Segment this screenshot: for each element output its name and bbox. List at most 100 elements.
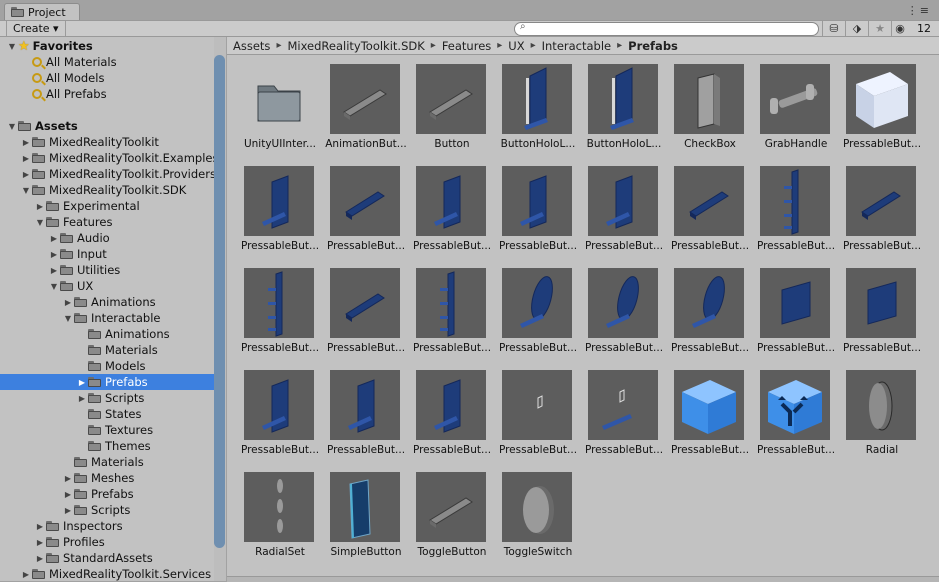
tree-item[interactable]: Textures	[0, 422, 216, 438]
expand-closed-icon[interactable]: ▶	[48, 250, 60, 259]
asset-tile[interactable]: PressableBut...	[581, 166, 667, 268]
asset-tile[interactable]: PressableBut...	[581, 370, 667, 472]
expand-closed-icon[interactable]: ▶	[62, 474, 74, 483]
asset-tile[interactable]: PressableBut...	[753, 268, 839, 370]
expand-open-icon[interactable]: ▼	[6, 122, 18, 131]
asset-tile[interactable]: PressableBut...	[237, 370, 323, 472]
tree-item[interactable]: ▶ Prefabs	[0, 486, 216, 502]
tree-item[interactable]: ▶ MixedRealityToolkit	[0, 134, 216, 150]
expand-closed-icon[interactable]: ▶	[62, 490, 74, 499]
asset-tile[interactable]: Button	[409, 64, 495, 166]
tree-item[interactable]: ▶ Utilities	[0, 262, 216, 278]
label-icon[interactable]: ⬗	[845, 21, 868, 36]
asset-tile[interactable]: PressableBut...	[237, 268, 323, 370]
asset-tile[interactable]: AnimationBut...	[323, 64, 409, 166]
expand-closed-icon[interactable]: ▶	[34, 202, 46, 211]
asset-tile[interactable]: PressableBut...	[495, 370, 581, 472]
asset-tile[interactable]: PressableBut...	[409, 370, 495, 472]
asset-tile[interactable]: UnityUIInter...	[237, 64, 323, 166]
asset-tile[interactable]: PressableBut...	[323, 166, 409, 268]
expand-open-icon[interactable]: ▼	[34, 218, 46, 227]
tree-item[interactable]: ▼ MixedRealityToolkit.SDK	[0, 182, 216, 198]
expand-closed-icon[interactable]: ▶	[34, 522, 46, 531]
tree-item[interactable]: ▶ Scripts	[0, 502, 216, 518]
expand-closed-icon[interactable]: ▶	[20, 570, 32, 579]
expand-open-icon[interactable]: ▼	[6, 42, 18, 51]
expand-closed-icon[interactable]: ▶	[76, 394, 88, 403]
asset-tile[interactable]: PressableBut...	[667, 370, 753, 472]
breadcrumb-item[interactable]: Prefabs	[628, 39, 678, 53]
breadcrumb-item[interactable]: Assets	[233, 39, 270, 53]
asset-tile[interactable]: PressableBut...	[323, 370, 409, 472]
tree-item[interactable]: ▶ Audio	[0, 230, 216, 246]
asset-tile[interactable]: PressableBut...	[409, 268, 495, 370]
tree-scrollbar-thumb[interactable]	[214, 55, 225, 548]
asset-tile[interactable]: PressableBut...	[753, 166, 839, 268]
asset-tile[interactable]: PressableBut...	[839, 64, 925, 166]
breadcrumb-item[interactable]: Interactable	[542, 39, 612, 53]
asset-tile[interactable]: PressableBut...	[323, 268, 409, 370]
expand-closed-icon[interactable]: ▶	[20, 170, 32, 179]
expand-open-icon[interactable]: ▼	[62, 314, 74, 323]
expand-closed-icon[interactable]: ▶	[20, 138, 32, 147]
asset-tile[interactable]: PressableBut...	[581, 268, 667, 370]
search-input[interactable]: ⌕	[514, 21, 819, 36]
tree-item[interactable]: ▶ Meshes	[0, 470, 216, 486]
expand-closed-icon[interactable]: ▶	[62, 506, 74, 515]
tree-item[interactable]: ▶ Input	[0, 246, 216, 262]
expand-closed-icon[interactable]: ▶	[34, 538, 46, 547]
tree-item[interactable]: ▶ Profiles	[0, 534, 216, 550]
breadcrumb-item[interactable]: UX	[508, 39, 524, 53]
tree-item[interactable]: Materials	[0, 454, 216, 470]
asset-tile[interactable]: ToggleButton	[409, 472, 495, 574]
tree-item[interactable]: ▼ Interactable	[0, 310, 216, 326]
project-tab[interactable]: Project	[4, 3, 80, 20]
tree-item[interactable]: ▼ Features	[0, 214, 216, 230]
asset-tile[interactable]: GrabHandle	[753, 64, 839, 166]
create-folder-icon[interactable]: ⛁	[822, 21, 845, 36]
expand-closed-icon[interactable]: ▶	[62, 298, 74, 307]
expand-closed-icon[interactable]: ▶	[34, 554, 46, 563]
expand-closed-icon[interactable]: ▶	[48, 234, 60, 243]
asset-tile[interactable]: CheckBox	[667, 64, 753, 166]
expand-open-icon[interactable]: ▼	[48, 282, 60, 291]
tree-item[interactable]: ▶ MixedRealityToolkit.Providers	[0, 166, 216, 182]
tree-item[interactable]: ▶ Prefabs	[0, 374, 216, 390]
asset-tile[interactable]: PressableBut...	[237, 166, 323, 268]
asset-tile[interactable]: PressableBut...	[839, 268, 925, 370]
tree-item[interactable]: ▶ Animations	[0, 294, 216, 310]
tree-item[interactable]: ▶ Scripts	[0, 390, 216, 406]
tree-item[interactable]: ▶ MixedRealityToolkit.Services	[0, 566, 216, 581]
asset-tile[interactable]: PressableBut...	[667, 166, 753, 268]
tree-item[interactable]: ▼ Assets	[0, 118, 216, 134]
asset-tile[interactable]: SimpleButton	[323, 472, 409, 574]
tree-item[interactable]: ▼ ★ Favorites	[0, 38, 216, 54]
tree-item[interactable]: Materials	[0, 342, 216, 358]
asset-tile[interactable]: PressableBut...	[409, 166, 495, 268]
eye-hidden-icon[interactable]: ◉	[891, 21, 908, 36]
tree-item[interactable]: ▶ Inspectors	[0, 518, 216, 534]
create-button[interactable]: Create ▾	[6, 21, 66, 36]
tree-item[interactable]: ▶ StandardAssets	[0, 550, 216, 566]
tree-item[interactable]: Animations	[0, 326, 216, 342]
tree-item[interactable]: ▶ MixedRealityToolkit.Examples	[0, 150, 216, 166]
expand-open-icon[interactable]: ▼	[20, 186, 32, 195]
asset-tile[interactable]: ButtonHoloL...	[495, 64, 581, 166]
asset-tile[interactable]: Radial	[839, 370, 925, 472]
asset-tile[interactable]: ToggleSwitch	[495, 472, 581, 574]
favorite-star-icon[interactable]: ★	[868, 21, 891, 36]
asset-tile[interactable]: PressableBut...	[495, 268, 581, 370]
asset-tile[interactable]: PressableBut...	[667, 268, 753, 370]
expand-closed-icon[interactable]: ▶	[48, 266, 60, 275]
asset-tile[interactable]: PressableBut...	[753, 370, 839, 472]
asset-tile[interactable]: ButtonHoloL...	[581, 64, 667, 166]
tree-item[interactable]: All Prefabs	[0, 86, 216, 102]
asset-tile[interactable]: PressableBut...	[495, 166, 581, 268]
tree-item[interactable]: States	[0, 406, 216, 422]
tree-item[interactable]: Themes	[0, 438, 216, 454]
breadcrumb-item[interactable]: Features	[442, 39, 491, 53]
expand-closed-icon[interactable]: ▶	[20, 154, 32, 163]
expand-closed-icon[interactable]: ▶	[76, 378, 88, 387]
asset-tile[interactable]: PressableBut...	[839, 166, 925, 268]
tab-menu-icon[interactable]: ⋮≡	[907, 4, 931, 17]
